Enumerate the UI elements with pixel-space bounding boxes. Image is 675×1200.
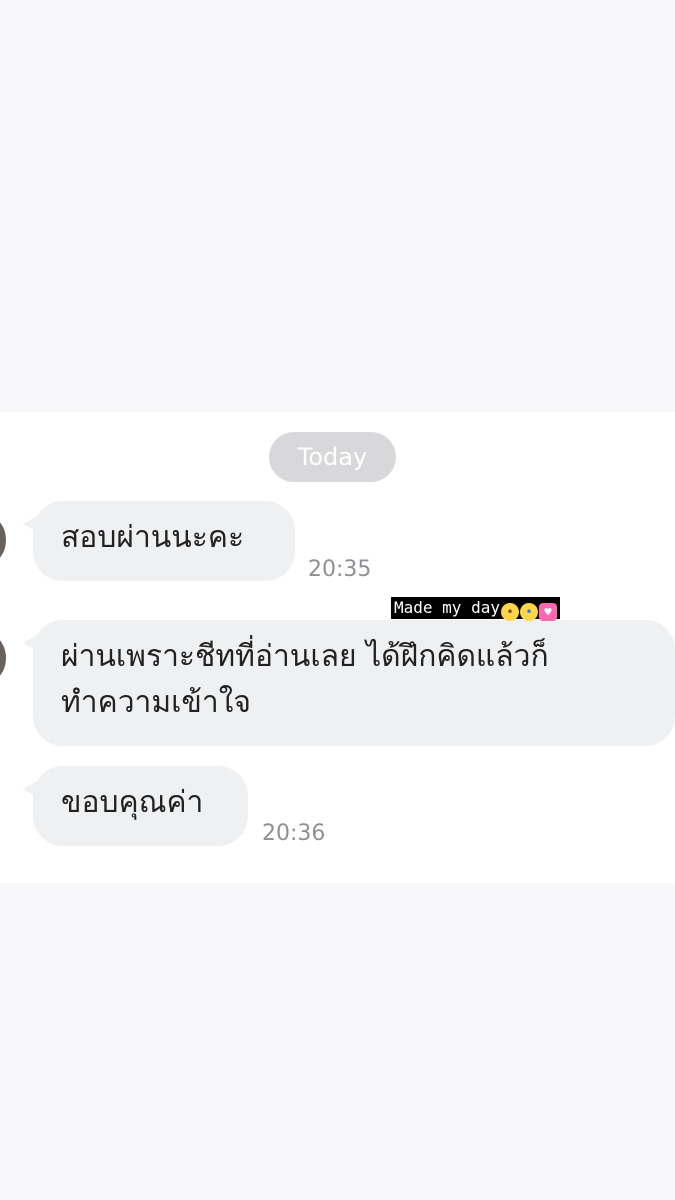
chat-transcript: Today สอบผ่านนะคะ 20:35 ผ่านเพราะชีทที่อ… [0,412,675,883]
message-bubble[interactable]: ผ่านเพราะชีทที่อ่านเลย ได้ฝึกคิดแล้วก็ ท… [23,620,675,746]
message-text: สอบผ่านนะคะ [61,520,245,555]
message-bubble[interactable]: ขอบคุณค่า [23,766,248,846]
message-text-line: ทำความเข้าใจ [61,685,251,720]
date-separator: Today [269,432,396,482]
loudly-crying-face-icon: • [519,603,538,621]
caption-text: Made my day [394,598,500,617]
story-caption: Made my day • • ♥ [391,597,560,621]
sender-avatar[interactable] [0,518,6,562]
message-timestamp: 20:35 [308,557,372,582]
message-text-line: ผ่านเพราะชีทที่อ่านเลย ได้ฝึกคิดแล้วก็ [61,639,549,674]
sender-avatar[interactable] [0,636,6,680]
message-bubble[interactable]: สอบผ่านนะคะ [23,501,295,581]
message-text: ขอบคุณค่า [61,785,204,820]
sparkling-heart-icon: ♥ [538,603,557,621]
message-timestamp: 20:36 [262,821,326,846]
pleading-face-icon: • [500,603,519,621]
